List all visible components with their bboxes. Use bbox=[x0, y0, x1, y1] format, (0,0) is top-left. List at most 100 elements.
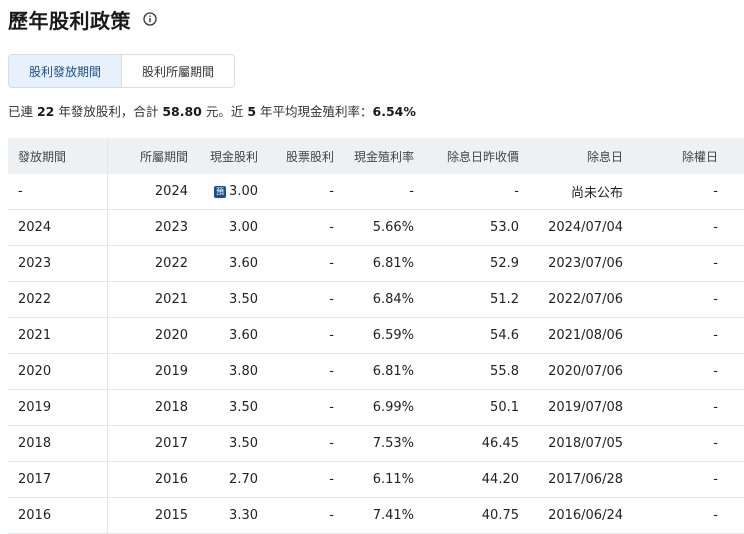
table-row: 2022 2021 3.50 - 6.84% 51.2 2022/07/06 - bbox=[8, 282, 744, 318]
table-cell: - bbox=[329, 328, 334, 343]
table-cell: 46.45 bbox=[481, 436, 519, 451]
table-cell: 5.66% bbox=[372, 220, 414, 235]
table-cell: 3.50 bbox=[229, 436, 258, 451]
table-cell: - bbox=[713, 292, 718, 307]
table-cell: - bbox=[713, 472, 718, 487]
table-cell: - bbox=[329, 472, 334, 487]
summary-text: 已連 bbox=[8, 104, 37, 119]
summary-avg-yield: 6.54% bbox=[372, 104, 416, 119]
table-cell: - bbox=[329, 220, 334, 235]
table-cell: 2022 bbox=[154, 256, 188, 271]
table-cell: 2023 bbox=[154, 220, 188, 235]
table-cell: 2019 bbox=[154, 364, 188, 379]
info-icon[interactable] bbox=[143, 12, 157, 26]
table-cell: 3.50 bbox=[229, 292, 258, 307]
summary-text: 年發放股利，合計 bbox=[54, 104, 163, 119]
forecast-badge: 預 bbox=[214, 186, 227, 198]
table-cell: - bbox=[329, 256, 334, 271]
column-header[interactable]: 所屬期間 bbox=[108, 148, 194, 165]
column-header[interactable]: 除息日 bbox=[525, 148, 629, 165]
table-cell: - bbox=[514, 184, 519, 199]
summary-recent-years: 5 bbox=[247, 104, 257, 119]
column-header[interactable]: 現金股利 bbox=[194, 148, 264, 165]
table-cell: 2020/07/06 bbox=[548, 364, 623, 379]
table-body: -2024 預 3.00- - - 尚未公布 -2024 2023 3.00-5.66% 53.0… bbox=[8, 174, 744, 534]
table-cell: - bbox=[713, 328, 718, 343]
table-cell: - bbox=[713, 400, 718, 415]
summary-years: 22 bbox=[36, 104, 55, 119]
table-row: 2023 2022 3.60 - 6.81% 52.9 2023/07/06 - bbox=[8, 246, 744, 282]
summary-text: 元。近 bbox=[201, 104, 248, 119]
table-cell: - bbox=[329, 292, 334, 307]
tab-belonging-period[interactable]: 股利所屬期間 bbox=[122, 55, 234, 87]
table-cell: - bbox=[329, 436, 334, 451]
tab-payout-period[interactable]: 股利發放期間 bbox=[9, 55, 122, 87]
table-row: 2019 2018 3.50 - 6.99% 50.1 2019/07/08 - bbox=[8, 390, 744, 426]
table-header: 發放期間 所屬期間 現金股利 股票股利 現金殖利率 除息日昨收價 除息日 除權日 bbox=[8, 138, 744, 174]
table-cell: - bbox=[713, 184, 718, 199]
table-cell: - bbox=[713, 220, 718, 235]
table-cell: 7.41% bbox=[372, 508, 414, 523]
table-cell: 53.0 bbox=[490, 220, 519, 235]
cell-value: 3.00 bbox=[229, 184, 258, 199]
table-cell: 6.99% bbox=[372, 400, 414, 415]
table-cell: - bbox=[713, 256, 718, 271]
table-cell: 2021 bbox=[154, 292, 188, 307]
table-cell: 2018/07/05 bbox=[548, 436, 623, 451]
column-header[interactable]: 現金殖利率 bbox=[340, 148, 420, 165]
table-cell: 尚未公布 bbox=[570, 186, 623, 201]
table-cell: 2022/07/06 bbox=[548, 292, 623, 307]
table-cell: 2017 bbox=[154, 436, 188, 451]
table-cell: 3.50 bbox=[229, 400, 258, 415]
table-cell: 6.81% bbox=[372, 256, 414, 271]
table-cell: - bbox=[713, 436, 718, 451]
table-cell: - bbox=[329, 508, 334, 523]
table-cell: 2017 bbox=[8, 462, 108, 497]
table-cell: 55.8 bbox=[490, 364, 519, 379]
table-cell: - bbox=[713, 364, 718, 379]
table-cell: 2016 bbox=[8, 498, 108, 533]
table-cell: 2020 bbox=[154, 328, 188, 343]
table-cell: - bbox=[329, 364, 334, 379]
table-cell: 3.00 bbox=[229, 220, 258, 235]
column-header[interactable]: 除息日昨收價 bbox=[420, 148, 525, 165]
table-cell: 44.20 bbox=[481, 472, 519, 487]
dividend-table: 發放期間 所屬期間 現金股利 股票股利 現金殖利率 除息日昨收價 除息日 除權日… bbox=[8, 138, 744, 534]
table-cell: 6.59% bbox=[372, 328, 414, 343]
table-cell: 6.81% bbox=[372, 364, 414, 379]
table-cell: 6.11% bbox=[372, 472, 414, 487]
table-cell: 2021 bbox=[8, 318, 108, 353]
table-cell: 2018 bbox=[154, 400, 188, 415]
dividend-summary: 已連 22 年發放股利，合計 58.80 元。近 5 年平均現金殖利率：6.54… bbox=[8, 101, 416, 120]
table-cell: 2024 bbox=[154, 184, 188, 199]
table-cell: 2022 bbox=[8, 282, 108, 317]
table-cell: 預 3.00 bbox=[194, 184, 264, 199]
table-cell: 2.70 bbox=[229, 472, 258, 487]
summary-text: 年平均現金殖利率： bbox=[256, 104, 373, 119]
table-cell: 2018 bbox=[8, 426, 108, 461]
summary-total: 58.80 bbox=[162, 104, 202, 119]
page-title: 歷年股利政策 bbox=[8, 8, 131, 33]
table-cell: 2024/07/04 bbox=[548, 220, 623, 235]
table-cell: 3.30 bbox=[229, 508, 258, 523]
table-cell: 51.2 bbox=[490, 292, 519, 307]
period-tabs: 股利發放期間 股利所屬期間 bbox=[8, 54, 235, 88]
column-header[interactable]: 除權日 bbox=[629, 148, 734, 165]
column-header[interactable]: 股票股利 bbox=[264, 148, 340, 165]
table-cell: 6.84% bbox=[372, 292, 414, 307]
table-cell: 2024 bbox=[8, 210, 108, 245]
table-cell: 2016/06/24 bbox=[548, 508, 623, 523]
table-cell: - bbox=[713, 508, 718, 523]
table-cell: 3.60 bbox=[229, 256, 258, 271]
table-cell: 40.75 bbox=[481, 508, 519, 523]
table-cell: 7.53% bbox=[372, 436, 414, 451]
table-cell: 2015 bbox=[154, 508, 188, 523]
table-cell: 2016 bbox=[154, 472, 188, 487]
column-header[interactable]: 發放期間 bbox=[8, 138, 108, 174]
table-cell: 2023 bbox=[8, 246, 108, 281]
table-cell: 2020 bbox=[8, 354, 108, 389]
table-cell: 2023/07/06 bbox=[548, 256, 623, 271]
table-row: 2021 2020 3.60 - 6.59% 54.6 2021/08/06 - bbox=[8, 318, 744, 354]
table-cell: - bbox=[329, 184, 334, 199]
table-row: 2016 2015 3.30 - 7.41% 40.75 2016/06/24 - bbox=[8, 498, 744, 534]
